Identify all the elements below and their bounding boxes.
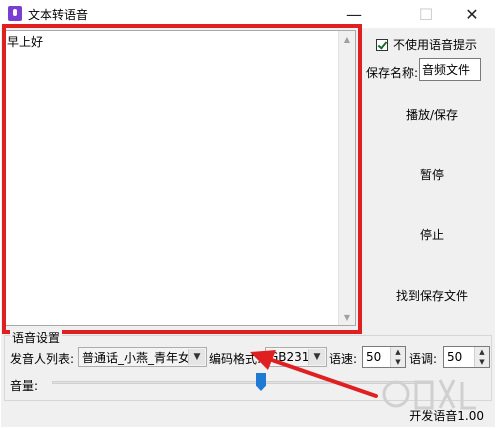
- chevron-down-icon[interactable]: ▼: [188, 349, 205, 365]
- close-icon: ✕: [465, 4, 479, 24]
- pitch-value: 50: [447, 350, 463, 364]
- voice-settings-group: [4, 335, 492, 401]
- close-button[interactable]: ✕: [452, 2, 492, 26]
- pitch-stepper[interactable]: ▲ ▼: [474, 347, 489, 367]
- volume-label: 音量:: [10, 379, 39, 393]
- stepper-up-icon[interactable]: ▲: [475, 347, 489, 357]
- title-bar: 文本转语音 — ☐ ✕: [0, 0, 496, 28]
- speaker-select-value: 普通话_小燕_青年女: [82, 350, 191, 365]
- no-voice-prompt-label: 不使用语音提示: [393, 38, 478, 52]
- speed-spinner[interactable]: 50 ▲ ▼: [362, 346, 406, 368]
- stepper-down-icon[interactable]: ▼: [475, 357, 489, 367]
- play-save-button[interactable]: 播放/保存: [380, 106, 484, 123]
- minimize-button[interactable]: —: [334, 2, 374, 26]
- save-name-input[interactable]: [419, 58, 481, 81]
- window-title: 文本转语音: [28, 8, 89, 22]
- encoding-select[interactable]: GB2312 ▼: [265, 347, 327, 367]
- maximize-icon: ☐: [418, 4, 434, 24]
- no-voice-prompt-checkbox-row[interactable]: 不使用语音提示: [376, 36, 477, 53]
- volume-slider-track[interactable]: [52, 381, 432, 384]
- save-name-label: 保存名称:: [366, 66, 419, 80]
- pitch-spinner[interactable]: 50 ▲ ▼: [443, 346, 490, 368]
- speed-label: 语速:: [329, 352, 358, 366]
- stepper-up-icon[interactable]: ▲: [391, 347, 405, 357]
- encoding-label: 编码格式:: [209, 352, 262, 366]
- find-saved-file-button[interactable]: 找到保存文件: [380, 287, 484, 304]
- speaker-select[interactable]: 普通话_小燕_青年女 ▼: [78, 347, 207, 367]
- minimize-icon: —: [346, 4, 362, 24]
- voice-settings-title: 语音设置: [10, 329, 63, 346]
- stop-button[interactable]: 停止: [380, 226, 484, 243]
- maximize-button[interactable]: ☐: [406, 2, 446, 26]
- speed-value: 50: [366, 350, 382, 364]
- microphone-app-icon: [8, 6, 22, 21]
- text-editor[interactable]: 早上好 ▲ ▼: [4, 30, 356, 326]
- no-voice-prompt-checkbox[interactable]: [376, 38, 388, 51]
- speaker-list-label: 发音人列表:: [10, 352, 75, 366]
- chevron-down-icon[interactable]: ▼: [308, 349, 325, 365]
- pause-button[interactable]: 暂停: [380, 166, 484, 183]
- editor-text: 早上好: [7, 35, 44, 49]
- scroll-down-icon[interactable]: ▼: [339, 309, 355, 325]
- speed-stepper[interactable]: ▲ ▼: [390, 347, 405, 367]
- status-text: 开发语音1.00: [409, 409, 484, 423]
- scroll-up-icon[interactable]: ▲: [339, 31, 355, 47]
- stepper-down-icon[interactable]: ▼: [391, 357, 405, 367]
- vertical-scrollbar[interactable]: ▲ ▼: [338, 31, 355, 325]
- pitch-label: 语调:: [409, 352, 438, 366]
